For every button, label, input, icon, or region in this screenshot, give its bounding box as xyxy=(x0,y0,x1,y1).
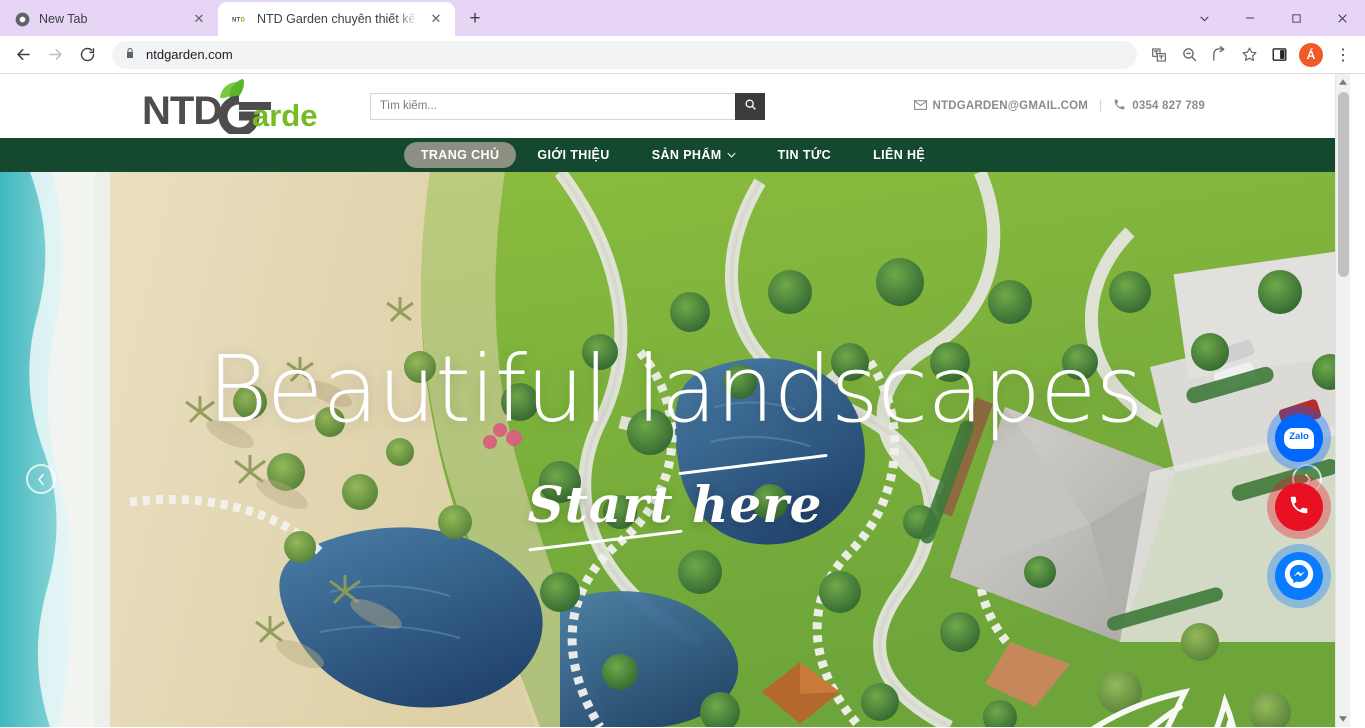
browser-toolbar: ntdgarden.com Á ⋮ xyxy=(0,36,1365,74)
floating-contact-buttons: Zalo xyxy=(1267,406,1331,621)
svg-text:D: D xyxy=(241,18,246,24)
hero-carousel: Beautiful landscapes Start here xyxy=(0,172,1350,727)
lock-icon xyxy=(124,46,136,64)
nav-item-tin-tuc[interactable]: TIN TỨC xyxy=(757,142,852,168)
close-icon[interactable]: ✕ xyxy=(427,10,445,28)
messenger-button[interactable] xyxy=(1267,544,1331,608)
svg-text:T: T xyxy=(237,18,241,24)
close-icon[interactable]: ✕ xyxy=(190,10,208,28)
avatar[interactable]: Á xyxy=(1299,42,1323,67)
chevron-down-icon[interactable] xyxy=(1181,2,1227,34)
messenger-icon xyxy=(1284,559,1314,594)
side-panel-icon[interactable] xyxy=(1265,41,1293,69)
nav-label: GIỚI THIỆU xyxy=(537,148,610,162)
header-contact: NTDGARDEN@GMAIL.COM | 0354 827 789 xyxy=(913,98,1206,114)
scrollbar-thumb[interactable] xyxy=(1338,92,1349,277)
ntd-icon: N T D xyxy=(232,11,248,27)
page-scrollbar[interactable] xyxy=(1335,74,1350,727)
nav-item-trang-chu[interactable]: TRANG CHỦ xyxy=(403,142,517,168)
address-bar[interactable]: ntdgarden.com xyxy=(112,40,1137,69)
nav-label: SẢN PHẨM xyxy=(651,148,722,162)
contact-phone-text: 0354 827 789 xyxy=(1132,100,1205,112)
bookmark-star-icon[interactable] xyxy=(1235,41,1263,69)
tab-strip: New Tab ✕ N T D NTD Garden chuyên thiết … xyxy=(0,0,1365,36)
svg-text:arden: arden xyxy=(252,98,318,133)
search-form xyxy=(370,92,765,120)
scroll-up-arrow-icon[interactable] xyxy=(1336,74,1350,90)
call-button[interactable] xyxy=(1267,475,1331,539)
maximize-button[interactable] xyxy=(1273,2,1319,34)
zoom-out-icon[interactable] xyxy=(1175,41,1203,69)
website: NTD arden xyxy=(0,74,1350,727)
nav-label: TIN TỨC xyxy=(777,148,832,162)
nav-item-lien-he[interactable]: LIÊN HỆ xyxy=(852,142,946,168)
contact-phone[interactable]: 0354 827 789 xyxy=(1113,98,1205,114)
carousel-prev-button[interactable] xyxy=(26,464,56,494)
kebab-menu-icon[interactable]: ⋮ xyxy=(1329,41,1357,69)
nav-label: LIÊN HỆ xyxy=(873,148,926,162)
tab-new-tab[interactable]: New Tab ✕ xyxy=(0,2,218,36)
mail-icon xyxy=(913,99,927,113)
phone-icon xyxy=(1113,98,1126,114)
contact-email-text: NTDGARDEN@GMAIL.COM xyxy=(932,100,1089,112)
hero-subtitle-text: Start here xyxy=(527,475,823,534)
nav-label: TRANG CHỦ xyxy=(420,148,500,162)
contact-separator: | xyxy=(1099,100,1103,112)
hero-subtitle: Start here xyxy=(518,453,833,552)
browser-window: New Tab ✕ N T D NTD Garden chuyên thiết … xyxy=(0,0,1365,728)
minimize-button[interactable] xyxy=(1227,2,1273,34)
hero-background-image xyxy=(0,172,1350,727)
hero-title: Beautiful landscapes xyxy=(207,336,1143,443)
chevron-down-icon xyxy=(726,151,736,160)
search-input[interactable] xyxy=(370,92,735,120)
contact-email[interactable]: NTDGARDEN@GMAIL.COM xyxy=(913,99,1089,113)
search-icon xyxy=(744,98,757,114)
svg-text:N: N xyxy=(232,18,236,24)
tab-title: New Tab xyxy=(39,12,88,26)
share-icon[interactable] xyxy=(1205,41,1233,69)
back-arrow-icon[interactable] xyxy=(8,40,38,70)
nav-item-san-pham[interactable]: SẢN PHẨM xyxy=(631,142,757,168)
site-logo[interactable]: NTD arden xyxy=(140,78,318,134)
hero-subtitle-wrap: Start here xyxy=(0,453,1350,552)
window-controls xyxy=(1181,0,1365,36)
zalo-icon: Zalo xyxy=(1284,427,1314,449)
svg-text:NTD: NTD xyxy=(142,89,221,133)
main-navigation: TRANG CHỦ GIỚI THIỆU SẢN PHẨM TIN TỨC LI… xyxy=(0,138,1350,172)
scroll-down-arrow-icon[interactable] xyxy=(1336,711,1350,727)
forward-arrow-icon[interactable] xyxy=(40,40,70,70)
zalo-button[interactable]: Zalo xyxy=(1267,406,1331,470)
tab-title: NTD Garden chuyên thiết kế sân v xyxy=(257,12,418,26)
phone-icon xyxy=(1288,494,1310,521)
url-text: ntdgarden.com xyxy=(146,47,233,62)
close-window-button[interactable] xyxy=(1319,2,1365,34)
chrome-icon xyxy=(14,11,30,27)
site-header: NTD arden xyxy=(0,74,1350,138)
reload-icon[interactable] xyxy=(72,40,102,70)
toolbar-icons: Á ⋮ xyxy=(1145,41,1357,69)
nav-item-gioi-thieu[interactable]: GIỚI THIỆU xyxy=(516,142,630,168)
translate-icon[interactable] xyxy=(1145,41,1173,69)
page-viewport: NTD arden xyxy=(0,74,1365,727)
search-button[interactable] xyxy=(735,92,765,120)
new-tab-button[interactable]: + xyxy=(461,5,489,33)
tab-ntd-garden[interactable]: N T D NTD Garden chuyên thiết kế sân v ✕ xyxy=(218,2,455,36)
